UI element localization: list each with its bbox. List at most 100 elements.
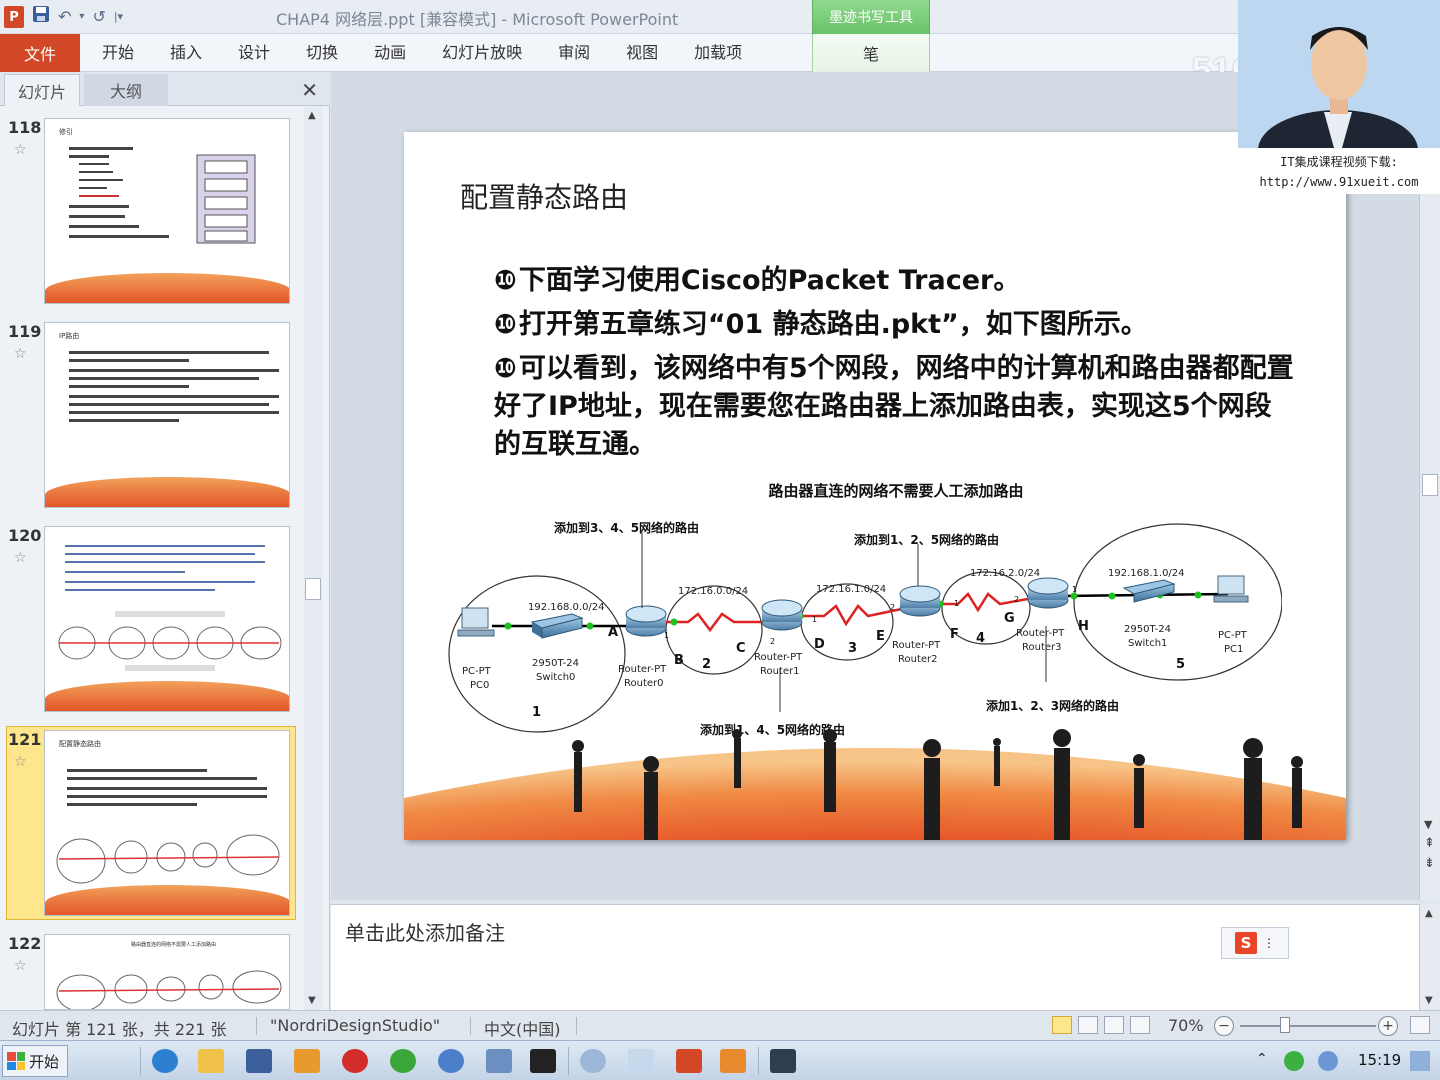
undo-dropdown-icon[interactable]: ▾ xyxy=(79,6,84,28)
slide-thumbnail-120[interactable]: 120 ☆ xyxy=(0,526,306,716)
reading-view-icon[interactable] xyxy=(1104,1016,1124,1034)
tab-insert[interactable]: 插入 xyxy=(152,34,220,72)
serial-link-2 xyxy=(666,612,778,633)
save-icon[interactable] xyxy=(32,5,50,29)
slides-pane-scroll-thumb[interactable] xyxy=(305,578,321,600)
bullet-item: ❿可以看到，该网络中有5个网段，网络中的计算机和路由器都配置好了IP地址，现在需… xyxy=(494,350,1294,464)
svg-text:2: 2 xyxy=(890,603,895,612)
thumbnail-title: 修引 xyxy=(59,128,73,136)
zoom-out-icon[interactable]: − xyxy=(1214,1016,1234,1036)
tray-expand-icon[interactable]: ⌃ xyxy=(1256,1051,1276,1071)
theme-name-status[interactable]: "NordriDesignStudio" xyxy=(270,1016,440,1035)
slide-vertical-scrollbar[interactable]: ▼ ⇞ ⇟ xyxy=(1419,72,1440,900)
powerpoint-taskbar-icon[interactable] xyxy=(676,1049,702,1073)
switch1-name: Switch1 xyxy=(1128,638,1167,649)
bullet-text: 下面学习使用Cisco的Packet Tracer。 xyxy=(518,265,1021,296)
scroll-down-arrow-icon[interactable]: ▼ xyxy=(1424,818,1432,831)
language-status[interactable]: 中文(中国) xyxy=(484,1016,561,1040)
packet-tracer-icon[interactable] xyxy=(770,1049,796,1073)
tab-addins[interactable]: 加载项 xyxy=(676,34,760,72)
slide-bullet-list[interactable]: ❿下面学习使用Cisco的Packet Tracer。 ❿打开第五章练习“01 … xyxy=(494,262,1294,470)
zoom-slider-knob[interactable] xyxy=(1280,1017,1290,1033)
next-slide-icon[interactable]: ⇟ xyxy=(1424,856,1435,871)
previous-slide-icon[interactable]: ⇞ xyxy=(1424,836,1435,851)
powerpoint-app-icon[interactable]: P xyxy=(4,6,24,28)
window-title: CHAP4 网络层.ppt [兼容模式] - Microsoft PowerPo… xyxy=(276,10,679,29)
browser-e-icon[interactable] xyxy=(390,1049,416,1073)
quick-access-toolbar: P ↶ ▾ ↺ |▾ xyxy=(4,4,123,30)
customize-qat-icon[interactable]: |▾ xyxy=(114,6,123,28)
router3-device-icon xyxy=(1027,577,1069,609)
slides-pane-scrollbar[interactable]: ▲ ▼ xyxy=(304,106,322,1010)
command-prompt-icon[interactable] xyxy=(530,1049,556,1073)
interface-h: H xyxy=(1078,619,1089,634)
zoom-slider[interactable] xyxy=(1240,1025,1376,1027)
current-slide[interactable]: 配置静态路由 ❿下面学习使用Cisco的Packet Tracer。 ❿打开第五… xyxy=(404,132,1346,840)
slide-thumbnail-119[interactable]: 119 ☆ IP路由 xyxy=(0,322,306,512)
switch0-name: Switch0 xyxy=(536,672,575,683)
redo-icon[interactable]: ↺ xyxy=(92,6,105,28)
close-pane-icon[interactable]: ✕ xyxy=(301,78,318,102)
network-tool-icon[interactable] xyxy=(486,1049,512,1073)
normal-view-icon[interactable] xyxy=(1052,1016,1072,1034)
image-viewer-icon[interactable] xyxy=(720,1049,746,1073)
system-clock[interactable]: 15:19 xyxy=(1358,1051,1401,1069)
tab-file[interactable]: 文件 xyxy=(0,34,80,72)
bullet-item: ❿下面学习使用Cisco的Packet Tracer。 xyxy=(494,262,1294,300)
ime-menu-icon[interactable]: ⋮ xyxy=(1263,936,1275,950)
svg-text:1: 1 xyxy=(1072,585,1077,594)
show-desktop-icon[interactable] xyxy=(1410,1051,1430,1071)
media-player-icon[interactable] xyxy=(246,1049,272,1073)
slide-thumbnail-121[interactable]: 121 ☆ 配置静态路由 xyxy=(0,730,306,920)
slide-title[interactable]: 配置静态路由 xyxy=(460,176,628,216)
tab-home[interactable]: 开始 xyxy=(84,34,152,72)
slide-scroll-thumb[interactable] xyxy=(1422,474,1438,496)
network-topology-diagram: 路由器直连的网络不需要人工添加路由 添加到3、4、5网络的路由 添加到1、4、5… xyxy=(448,482,1282,737)
tab-view[interactable]: 视图 xyxy=(608,34,676,72)
tab-slides[interactable]: 幻灯片 xyxy=(4,74,80,106)
settings-app-icon[interactable] xyxy=(580,1049,606,1073)
undo-icon[interactable]: ↶ xyxy=(58,6,71,28)
svg-text:1: 1 xyxy=(954,599,959,608)
slideshow-view-icon[interactable] xyxy=(1130,1016,1150,1034)
sogou-ime-icon[interactable]: S xyxy=(1235,932,1257,954)
globe-graphic xyxy=(45,273,289,303)
thumbnail-image: IP路由 xyxy=(44,322,290,508)
document-app-icon[interactable] xyxy=(628,1049,654,1073)
ie-browser-icon[interactable] xyxy=(152,1049,178,1073)
slide-thumbnail-122[interactable]: 122 ☆ 路由器直连的网络不需要人工添加路由 xyxy=(0,934,306,1014)
tab-animations[interactable]: 动画 xyxy=(356,34,424,72)
notes-placeholder[interactable]: 单击此处添加备注 xyxy=(345,917,505,946)
network-status-icon[interactable] xyxy=(1318,1051,1338,1071)
globe-graphic xyxy=(45,477,289,507)
explorer-folder-icon[interactable] xyxy=(198,1049,224,1073)
tab-design[interactable]: 设计 xyxy=(220,34,288,72)
interface-c: C xyxy=(736,641,746,656)
tab-transitions[interactable]: 切换 xyxy=(288,34,356,72)
tray-add-icon[interactable] xyxy=(1284,1051,1304,1071)
tab-slideshow[interactable]: 幻灯片放映 xyxy=(424,34,540,72)
globe-graphic xyxy=(45,681,289,711)
slide-thumbnail-118[interactable]: 118 ☆ 修引 xyxy=(0,118,306,308)
slide-sorter-view-icon[interactable] xyxy=(1078,1016,1098,1034)
zoom-level[interactable]: 70% xyxy=(1168,1016,1204,1035)
tab-outline[interactable]: 大纲 xyxy=(84,74,168,106)
recorder-app-icon[interactable] xyxy=(342,1049,368,1073)
fit-to-window-icon[interactable] xyxy=(1410,1016,1430,1034)
router0-device-icon xyxy=(625,605,667,637)
start-button[interactable]: 开始 xyxy=(2,1045,68,1077)
animation-star-icon: ☆ xyxy=(14,346,27,362)
pc1-type: PC-PT xyxy=(1218,630,1248,641)
switch1-type: 2950T-24 xyxy=(1124,624,1171,635)
notes-scrollbar[interactable]: ▲ ▼ xyxy=(1419,904,1440,1010)
ime-toolbar[interactable]: S ⋮ xyxy=(1221,927,1289,959)
package-icon[interactable] xyxy=(294,1049,320,1073)
presenter-video xyxy=(1238,0,1440,148)
notes-pane[interactable]: 单击此处添加备注 S ⋮ xyxy=(331,904,1419,1010)
zoom-in-icon[interactable]: + xyxy=(1378,1016,1398,1036)
router3-type: Router-PT xyxy=(1016,628,1065,639)
globe-app-icon[interactable] xyxy=(438,1049,464,1073)
slide-number: 118 xyxy=(8,118,42,137)
tab-review[interactable]: 审阅 xyxy=(540,34,608,72)
tab-pen[interactable]: 笔 xyxy=(812,34,930,72)
